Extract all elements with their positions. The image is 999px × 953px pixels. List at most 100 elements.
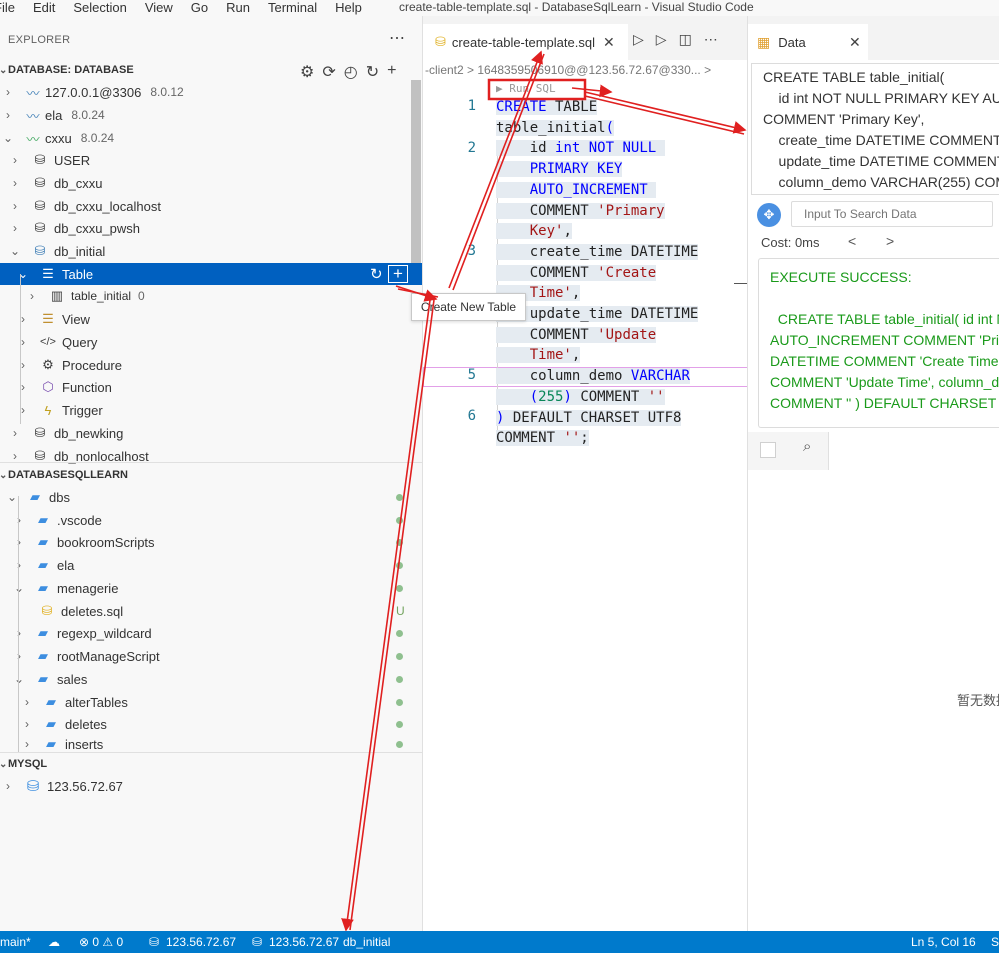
section-label: DATABASE: DATABASE	[8, 64, 134, 76]
search-input[interactable]	[791, 201, 993, 227]
move-icon[interactable]: ✥	[757, 203, 781, 227]
menu-item-run[interactable]: Run	[217, 0, 259, 16]
database-icon: ⛁	[34, 175, 46, 190]
folder-open-icon: ▰	[30, 489, 40, 504]
menu-item-help[interactable]: Help	[326, 0, 371, 16]
tab-data[interactable]: ▦ Data ✕	[748, 24, 868, 60]
run-sql-codelens[interactable]: ▶ Run SQL	[496, 82, 556, 95]
git-branch[interactable]: main*	[0, 935, 31, 949]
chevron-down-icon: ⌄	[0, 758, 8, 770]
add-icon[interactable]: +	[387, 62, 396, 82]
chevron-right-icon: ›	[25, 695, 29, 709]
sync-icon[interactable]: ☁	[48, 935, 60, 949]
tree-label: alterTables	[65, 694, 128, 710]
tree-item-procedure[interactable]: › ⚙ Procedure	[0, 354, 422, 376]
tree-item-table-initial[interactable]: › ▥ table_initial 0	[0, 285, 422, 307]
chevron-right-icon: ›	[17, 626, 21, 640]
menu-item-view[interactable]: View	[136, 0, 182, 16]
run-all-icon[interactable]: ▷	[656, 31, 667, 48]
tree-item-db-cxxu-pwsh[interactable]: › ⛁ db_cxxu_pwsh	[0, 217, 422, 239]
menu-item-go[interactable]: Go	[182, 0, 217, 16]
tree-item-function[interactable]: › ⬡ Function	[0, 376, 422, 398]
chevron-right-icon: ›	[21, 335, 25, 349]
tree-label: Trigger	[62, 402, 103, 418]
section-label: MYSQL	[8, 758, 48, 770]
tab-create-table-template[interactable]: ⛁ create-table-template.sql ✕	[423, 24, 628, 60]
tree-item-folder-ela[interactable]: › ▰ ela	[0, 554, 422, 576]
tree-item-connection-ela[interactable]: › 〰 ela 8.0.24	[0, 104, 422, 126]
breadcrumb[interactable]: -client2 > 1648359506910@@123.56.72.67@3…	[423, 60, 747, 80]
tree-item-db-newking[interactable]: › ⛁ db_newking	[0, 422, 422, 444]
tree-label: deletes.sql	[61, 603, 124, 619]
tree-label: db_initial	[54, 243, 106, 259]
tree-item-folder-regexp[interactable]: › ▰ regexp_wildcard	[0, 622, 422, 644]
history-icon[interactable]: ◴	[344, 62, 358, 82]
refresh-icon[interactable]: ↻	[370, 265, 383, 283]
tree-item-connection-local[interactable]: › 〰 127.0.0.1@3306 8.0.12	[0, 81, 422, 103]
close-icon[interactable]: ✕	[849, 34, 861, 51]
tree-label: db_newking	[54, 425, 124, 441]
line-number: 6	[467, 408, 476, 424]
reload-icon[interactable]: ↻	[366, 62, 379, 82]
tree-item-db-initial[interactable]: ⌄ ⛁ db_initial	[0, 240, 422, 262]
tree-item-file-deletes-sql[interactable]: ⛁ deletes.sql U	[0, 600, 422, 622]
status-right-item[interactable]: S	[991, 935, 999, 949]
tree-item-folder-rootmanage[interactable]: › ▰ rootManageScript	[0, 645, 422, 667]
tree-item-folder-dbs[interactable]: ⌄ ▰ dbs	[0, 486, 422, 508]
tree-item-folder-sales[interactable]: ⌄ ▰ sales	[0, 668, 422, 690]
tree-item-folder-menagerie[interactable]: ⌄ ▰ menagerie	[0, 577, 422, 599]
next-page-button[interactable]: >	[886, 233, 894, 249]
menu-item-file[interactable]: File	[0, 0, 24, 16]
tree-sublabel: 8.0.12	[150, 85, 184, 99]
chevron-right-icon: ›	[17, 535, 21, 549]
split-editor-icon[interactable]: ◫	[679, 31, 692, 48]
chevron-down-icon: ⌄	[13, 672, 25, 686]
tree-item-db-user[interactable]: › ⛁ USER	[0, 149, 422, 171]
tree-item-folder-altertables[interactable]: › ▰ alterTables	[0, 691, 422, 713]
refresh-icon[interactable]: ⟳	[322, 62, 335, 82]
git-status-dot	[396, 676, 403, 683]
tree-item-query[interactable]: › </> Query	[0, 331, 422, 353]
menu-item-edit[interactable]: Edit	[24, 0, 64, 16]
run-icon[interactable]: ▷	[633, 31, 644, 48]
search-icon[interactable]: ⌕	[803, 438, 811, 455]
section-header-mysql[interactable]: ⌄ MYSQL	[0, 753, 422, 775]
cursor-position[interactable]: Ln 5, Col 16	[911, 935, 976, 949]
tree-item-view[interactable]: › ☰ View	[0, 308, 422, 330]
more-actions-icon[interactable]: ⋯	[704, 31, 718, 48]
tree-item-folder-bookroom[interactable]: › ▰ bookroomScripts	[0, 531, 422, 553]
tree-sublabel: 8.0.24	[71, 108, 105, 122]
tree-item-db-cxxu-localhost[interactable]: › ⛁ db_cxxu_localhost	[0, 195, 422, 217]
tree-item-trigger[interactable]: › ϟ Trigger	[0, 399, 422, 421]
tree-label: rootManageScript	[57, 648, 160, 664]
cube-icon: ⬡	[42, 379, 54, 394]
more-actions-icon[interactable]: ⋯	[389, 28, 405, 48]
connection-host[interactable]: 123.56.72.67	[166, 935, 236, 949]
settings-icon[interactable]: ⚙	[300, 62, 314, 82]
active-database[interactable]: db_initial	[343, 935, 390, 949]
tree-item-connection-cxxu[interactable]: ⌄ 〰 cxxu 8.0.24	[0, 127, 422, 149]
editor-tab-bar: ⛁ create-table-template.sql ✕ ▷ ▷ ◫ ⋯	[423, 16, 747, 60]
tree-item-mysql-server[interactable]: › ⛁ 123.56.72.67	[0, 775, 422, 797]
code-area[interactable]: CREATE TABLE table_initial( id int NOT N…	[496, 97, 699, 449]
problems-indicator[interactable]: ⊗ 0 ⚠ 0	[79, 935, 123, 949]
tree-item-table-group[interactable]: ⌄ ☰ Table ↻ +	[0, 263, 422, 285]
menu-item-selection[interactable]: Selection	[64, 0, 135, 16]
chevron-right-icon: ›	[21, 403, 25, 417]
tree-item-folder-vscode[interactable]: › ▰ .vscode	[0, 509, 422, 531]
close-icon[interactable]: ✕	[603, 34, 615, 51]
tree-item-folder-deletes[interactable]: › ▰ deletes	[0, 713, 422, 735]
connection-host[interactable]: 123.56.72.67	[269, 935, 339, 949]
tree-label: cxxu	[45, 130, 72, 146]
tree-item-db-cxxu[interactable]: › ⛁ db_cxxu	[0, 172, 422, 194]
select-all-checkbox[interactable]	[760, 442, 776, 458]
folder-icon: ▰	[46, 716, 56, 731]
query-cost: Cost: 0ms	[761, 235, 820, 250]
section-header-workspace[interactable]: ⌄ DATABASESQLLEARN	[0, 464, 422, 486]
chevron-down-icon: ⌄	[0, 64, 8, 76]
tree-item-folder-inserts[interactable]: › ▰ inserts	[0, 736, 422, 752]
sql-file-icon: ⛁	[41, 603, 53, 618]
prev-page-button[interactable]: <	[848, 233, 856, 249]
create-table-plus-icon[interactable]: +	[388, 265, 408, 283]
menu-item-terminal[interactable]: Terminal	[259, 0, 326, 16]
